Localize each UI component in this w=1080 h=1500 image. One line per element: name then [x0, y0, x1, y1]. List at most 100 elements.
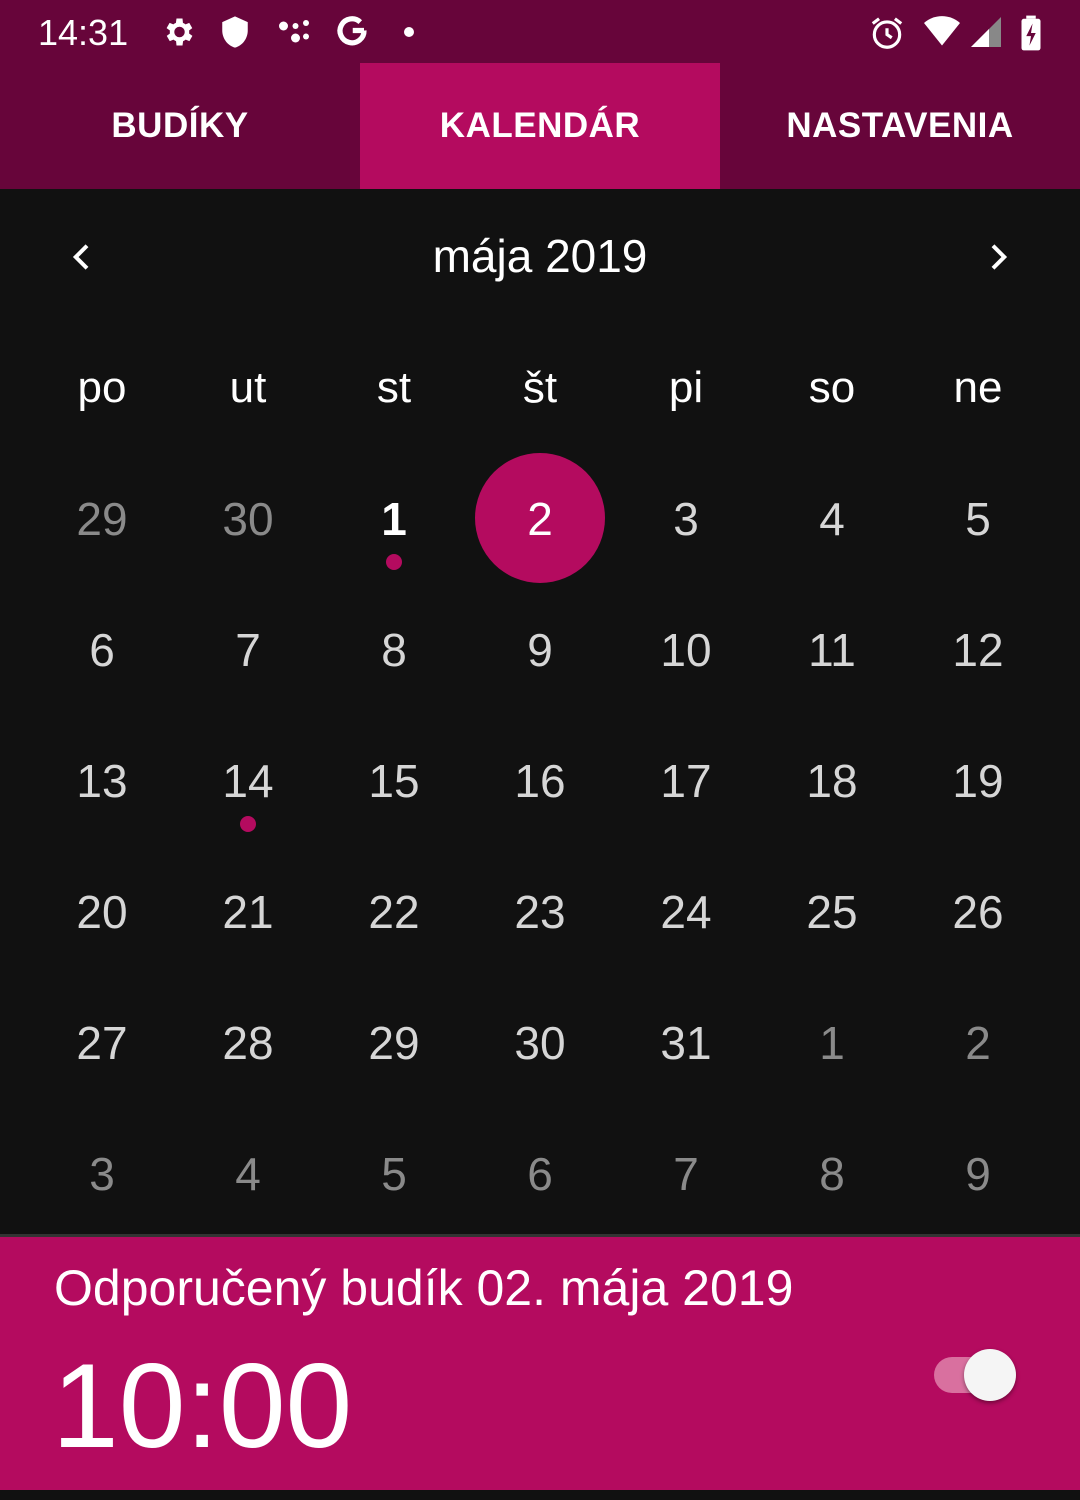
- day-number: 7: [235, 623, 261, 676]
- tab-settings[interactable]: NASTAVENIA: [720, 63, 1080, 189]
- calendar-week-row: 20 21 22 23 24 25 26: [29, 846, 1051, 977]
- calendar-day[interactable]: 28: [175, 977, 321, 1108]
- weekday-label: ne: [953, 362, 1003, 412]
- calendar-week-row: 27 28 29 30 31 1 2: [29, 977, 1051, 1108]
- calendar-day[interactable]: 24: [613, 846, 759, 977]
- calendar-day[interactable]: 8: [321, 584, 467, 715]
- shield-icon: [222, 16, 248, 48]
- day-number: 12: [952, 623, 1004, 676]
- day-number: 8: [381, 623, 407, 676]
- calendar-day-selected[interactable]: 2: [467, 453, 613, 584]
- next-month-button[interactable]: [968, 227, 1028, 287]
- day-number: 16: [514, 754, 566, 807]
- calendar-day[interactable]: 9: [467, 584, 613, 715]
- calendar-day[interactable]: 3: [29, 1108, 175, 1239]
- day-number: 9: [965, 1147, 991, 1200]
- day-number: 28: [222, 1016, 274, 1069]
- alarm-toggle[interactable]: [934, 1347, 1020, 1403]
- calendar-day[interactable]: 4: [759, 453, 905, 584]
- day-number: 1: [819, 1016, 845, 1069]
- calendar-grid: po ut st št pi so ne 29 30 1 2 3 4 5 6 7 8 9 10 11 12 13 14 15 1…: [29, 322, 1051, 1239]
- calendar-day[interactable]: 10: [613, 584, 759, 715]
- calendar-week-row: 6 7 8 9 10 11 12: [29, 584, 1051, 715]
- calendar-day[interactable]: 27: [29, 977, 175, 1108]
- suggested-alarm-title: Odporučený budík 02. mája 2019: [54, 1260, 794, 1316]
- suggested-alarm-panel: Odporučený budík 02. mája 2019 10:00: [0, 1237, 1080, 1490]
- day-number: 26: [952, 885, 1004, 938]
- calendar-day[interactable]: 26: [905, 846, 1051, 977]
- calendar-day[interactable]: 20: [29, 846, 175, 977]
- day-number: 1: [381, 492, 407, 545]
- calendar-week-row: 13 14 15 16 17 18 19: [29, 715, 1051, 846]
- calendar-day[interactable]: 1: [759, 977, 905, 1108]
- day-number: 30: [222, 492, 274, 545]
- calendar-day[interactable]: 25: [759, 846, 905, 977]
- calendar-day[interactable]: 12: [905, 584, 1051, 715]
- day-number: 8: [819, 1147, 845, 1200]
- calendar-day[interactable]: 15: [321, 715, 467, 846]
- calendar-day[interactable]: 29: [321, 977, 467, 1108]
- calendar-day[interactable]: 22: [321, 846, 467, 977]
- calendar-day[interactable]: 18: [759, 715, 905, 846]
- alarm-indicator-dot: [240, 816, 256, 832]
- battery-charging-icon: [1021, 15, 1041, 51]
- calendar-day[interactable]: 5: [905, 453, 1051, 584]
- calendar-day[interactable]: 29: [29, 453, 175, 584]
- calendar-day[interactable]: 19: [905, 715, 1051, 846]
- weekday-label: pi: [668, 362, 704, 412]
- calendar-day[interactable]: 14: [175, 715, 321, 846]
- calendar-day[interactable]: 3: [613, 453, 759, 584]
- day-number: 4: [235, 1147, 261, 1200]
- day-number: 15: [368, 754, 420, 807]
- day-number: 3: [89, 1147, 115, 1200]
- tab-alarms[interactable]: BUDÍKY: [0, 63, 360, 189]
- day-number: 23: [514, 885, 566, 938]
- calendar-day[interactable]: 6: [29, 584, 175, 715]
- calendar-day[interactable]: 30: [467, 977, 613, 1108]
- calendar-day[interactable]: 13: [29, 715, 175, 846]
- calendar-week-row: 3 4 5 6 7 8 9: [29, 1108, 1051, 1239]
- bottom-strip: [0, 1490, 1080, 1500]
- month-title: mája 2019: [432, 230, 648, 282]
- calendar-day[interactable]: 7: [175, 584, 321, 715]
- day-number: 17: [660, 754, 712, 807]
- day-number: 7: [673, 1147, 699, 1200]
- tab-calendar[interactable]: KALENDÁR: [360, 63, 720, 189]
- calendar-day[interactable]: 6: [467, 1108, 613, 1239]
- calendar-day[interactable]: 1: [321, 453, 467, 584]
- calendar-day[interactable]: 2: [905, 977, 1051, 1108]
- calendar-day[interactable]: 11: [759, 584, 905, 715]
- calendar-day[interactable]: 7: [613, 1108, 759, 1239]
- weekday-header-row: po ut st št pi so ne: [29, 322, 1051, 453]
- day-number: 19: [952, 754, 1004, 807]
- google-g-icon: [337, 16, 367, 46]
- month-header: mája 2019: [0, 189, 1080, 324]
- day-number: 4: [819, 492, 845, 545]
- day-number: 30: [514, 1016, 566, 1069]
- status-bar: 14:31: [0, 0, 1080, 63]
- calendar-day[interactable]: 21: [175, 846, 321, 977]
- toggle-thumb: [964, 1349, 1016, 1401]
- calendar-day[interactable]: 31: [613, 977, 759, 1108]
- status-time: 14:31: [38, 12, 129, 53]
- calendar-week-row: 29 30 1 2 3 4 5: [29, 453, 1051, 584]
- calendar-day[interactable]: 16: [467, 715, 613, 846]
- calendar-day[interactable]: 30: [175, 453, 321, 584]
- day-number: 9: [527, 623, 553, 676]
- day-number: 11: [808, 623, 856, 676]
- calendar-day[interactable]: 5: [321, 1108, 467, 1239]
- calendar-day[interactable]: 9: [905, 1108, 1051, 1239]
- day-number: 31: [660, 1016, 712, 1069]
- day-number: 6: [527, 1147, 553, 1200]
- day-number: 6: [89, 623, 115, 676]
- calendar-day[interactable]: 23: [467, 846, 613, 977]
- day-number: 18: [806, 754, 858, 807]
- weekday-label: št: [522, 362, 558, 412]
- calendar-day[interactable]: 8: [759, 1108, 905, 1239]
- calendar-day[interactable]: 17: [613, 715, 759, 846]
- day-number: 20: [76, 885, 128, 938]
- calendar-day[interactable]: 4: [175, 1108, 321, 1239]
- suggested-alarm-time[interactable]: 10:00: [52, 1341, 352, 1471]
- day-number: 24: [660, 885, 712, 938]
- alarm-icon: [871, 17, 903, 49]
